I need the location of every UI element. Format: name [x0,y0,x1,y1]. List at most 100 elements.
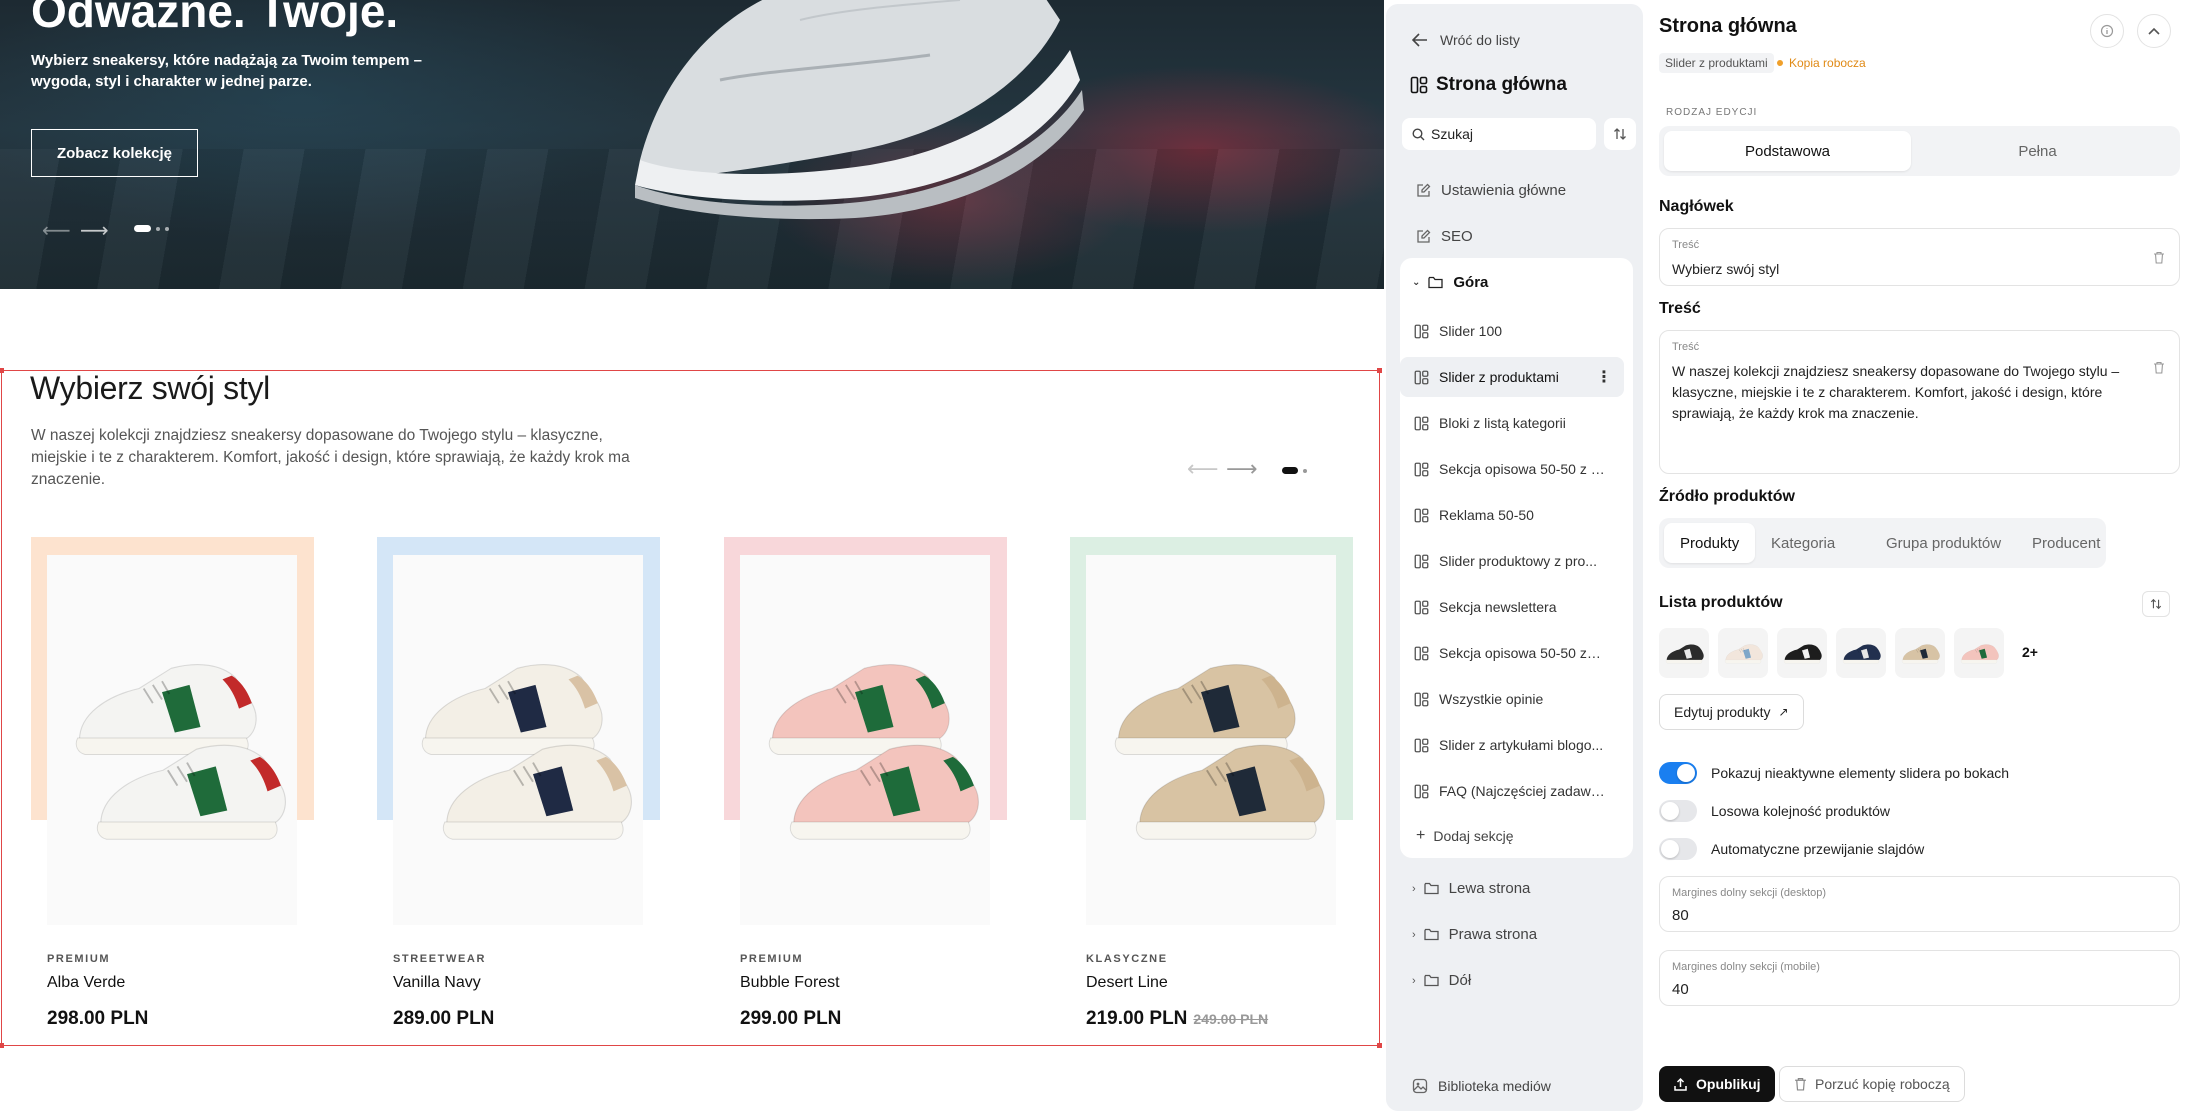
edit-mode-full[interactable]: Pełna [1914,131,2161,171]
section-title: Wybierz swój styl [30,370,270,406]
margin-mobile-value[interactable]: 40 [1672,979,1689,1000]
nav-section-item[interactable]: Sekcja opisowa 50-50 ze ... [1400,633,1624,673]
group-gora-header[interactable]: ⌄ Góra [1386,274,1643,291]
hero-dot[interactable] [156,226,160,231]
nav-group-collapsed[interactable]: › Prawa strona [1386,926,1643,943]
trash-icon[interactable] [2153,361,2165,379]
nav-section-item[interactable]: Slider z produktami ⋮ [1400,357,1624,397]
source-option-product-group[interactable]: Grupa produktów [1870,523,2017,563]
section-prev-arrow-icon[interactable]: ⟵ [1187,456,1219,482]
product-image[interactable] [393,555,643,925]
margin-desktop-value[interactable]: 80 [1672,905,1689,926]
toggle-row: Pokazuj nieaktywne elementy slidera po b… [1659,762,2009,784]
add-section-button[interactable]: + Dodaj sekcję [1400,816,1624,856]
nav-section-item[interactable]: Sekcja newslettera [1400,587,1624,627]
collapse-button[interactable] [2137,14,2171,48]
hero-dot[interactable] [165,226,169,231]
nav-group-collapsed[interactable]: › Dół [1386,972,1643,989]
product-name[interactable]: Desert Line [1086,974,1168,992]
nav-section-item[interactable]: FAQ (Najczęściej zadawa... [1400,771,1624,811]
content-field[interactable]: Treść W naszej kolekcji znajdziesz sneak… [1659,330,2180,474]
heading-field[interactable]: Treść Wybierz swój styl [1659,228,2180,286]
margin-mobile-field[interactable]: Margines dolny sekcji (mobile) 40 [1659,950,2180,1006]
section-dot-active[interactable] [1282,467,1298,474]
toggle-switch[interactable] [1659,762,1697,784]
edit-mode-switch: Podstawowa Pełna [1659,126,2180,176]
hero-next-arrow-icon[interactable]: ⟶ [80,218,109,243]
selection-handle [0,368,4,373]
product-image[interactable] [740,555,990,925]
toggle-row: Automatyczne przewijanie slajdów [1659,838,1924,860]
toggle-switch[interactable] [1659,800,1697,822]
nav-section-label: Slider z artykułami blogo... [1439,737,1604,753]
hero-dot-active[interactable] [134,225,151,232]
info-button[interactable] [2090,14,2124,48]
layout-icon [1414,784,1429,799]
margin-desktop-field[interactable]: Margines dolny sekcji (desktop) 80 [1659,876,2180,932]
content-field-value[interactable]: W naszej kolekcji znajdziesz sneakersy d… [1672,361,2128,424]
back-to-list-link[interactable]: Wróć do listy [1412,32,1520,48]
product-thumbnail[interactable] [1777,628,1827,678]
source-option-producer[interactable]: Producent [2016,523,2116,563]
product-name[interactable]: Bubble Forest [740,974,840,992]
product-image[interactable] [1086,555,1336,925]
toggle-switch[interactable] [1659,838,1697,860]
heading-field-value[interactable]: Wybierz swój styl [1672,259,1779,280]
draft-status-label: Kopia robocza [1789,56,1866,70]
section-next-arrow-icon[interactable]: ⟶ [1226,456,1258,482]
toggle-label: Pokazuj nieaktywne elementy slidera po b… [1711,765,2010,781]
edit-icon [1417,229,1431,243]
search-box[interactable] [1402,118,1596,150]
source-option-category[interactable]: Kategoria [1755,523,1851,563]
draft-status-badge: Kopia robocza [1777,53,1866,73]
selection-handle [1377,368,1382,373]
sort-sections-button[interactable] [1604,118,1636,150]
product-name[interactable]: Alba Verde [47,974,125,992]
folder-icon [1428,276,1444,289]
product-thumbnail[interactable] [1659,628,1709,678]
product-thumbnail[interactable] [1895,628,1945,678]
product-thumbnail[interactable] [1718,628,1768,678]
product-category: PREMIUM [47,953,111,965]
trash-icon[interactable] [2153,251,2165,269]
discard-draft-button[interactable]: Porzuć kopię roboczą [1779,1066,1965,1102]
nav-section-item[interactable]: Bloki z listą kategorii [1400,403,1624,443]
nav-section-item[interactable]: Reklama 50-50 [1400,495,1624,535]
nav-section-item[interactable]: Slider z artykułami blogo... [1400,725,1624,765]
edit-mode-basic[interactable]: Podstawowa [1664,131,1911,171]
margin-desktop-label: Margines dolny sekcji (desktop) [1672,887,1827,899]
product-thumbnail[interactable] [1954,628,2004,678]
product-source-label: Źródło produktów [1659,488,1795,505]
nav-item-main-settings[interactable]: Ustawienia główne [1386,182,1643,199]
more-vertical-icon[interactable]: ⋮ [1596,367,1612,387]
product-name[interactable]: Vanilla Navy [393,974,481,992]
toggle-row: Losowa kolejność produktów [1659,800,1890,822]
nav-section-item[interactable]: Wszystkie opinie [1400,679,1624,719]
product-current-price: 289.00 PLN [393,1008,495,1029]
media-library-link[interactable]: Biblioteka mediów [1412,1078,1551,1094]
hero-cta-button[interactable]: Zobacz kolekcję [31,129,198,177]
reorder-products-button[interactable] [2142,591,2170,617]
edit-products-button[interactable]: Edytuj produkty ↗ [1659,694,1804,730]
search-input[interactable] [1431,126,1571,142]
layout-icon [1414,646,1429,661]
source-option-products[interactable]: Produkty [1664,523,1756,563]
hero-banner: Odważne. Twoje. Wybierz sneakersy, które… [0,0,1384,289]
section-dot[interactable] [1303,468,1307,473]
external-link-icon: ↗ [1778,705,1789,719]
nav-section-item[interactable]: Slider 100 [1400,311,1624,351]
publish-button[interactable]: Opublikuj [1659,1066,1775,1102]
layout-icon [1414,738,1429,753]
heading-section-label: Nagłówek [1659,198,1734,215]
nav-section-item[interactable]: Slider produktowy z pro... [1400,541,1624,581]
product-price: 299.00 PLN [740,1008,841,1030]
more-products-count[interactable]: 2+ [2022,644,2038,660]
hero-prev-arrow-icon[interactable]: ⟵ [42,218,71,243]
nav-item-seo[interactable]: SEO [1386,228,1643,245]
nav-section-label: FAQ (Najczęściej zadawa... [1439,783,1607,799]
nav-group-collapsed[interactable]: › Lewa strona [1386,880,1643,897]
product-thumbnail[interactable] [1836,628,1886,678]
product-image[interactable] [47,555,297,925]
nav-section-item[interactable]: Sekcja opisowa 50-50 z p... [1400,449,1624,489]
chevron-right-icon: › [1412,974,1416,987]
